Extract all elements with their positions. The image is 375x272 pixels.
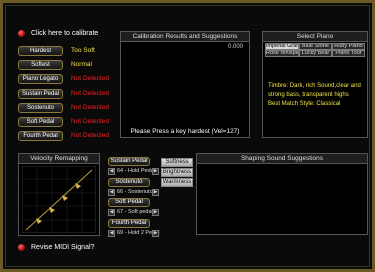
soft-pedal-cc-dropdown[interactable]: 67 - Soft pedal	[117, 209, 153, 215]
piano-option-imperial-grand[interactable]: Imperial Grand	[265, 43, 299, 50]
piano-option-blue-stone[interactable]: Blue Stone	[299, 43, 332, 50]
sostenuto-calibrate-button[interactable]: Sostenuto	[18, 102, 63, 113]
fourth-pedal-next-arrow-icon[interactable]: ▶	[152, 229, 159, 237]
calibration-results-panel: Calibration Results and Suggestions 0.00…	[120, 31, 250, 138]
shaping-sound-panel: Shaping Sound Suggestions	[196, 153, 368, 235]
soft-pedal-next-arrow-icon[interactable]: ▶	[152, 209, 159, 216]
fourth-pedal-prev-arrow-icon[interactable]: ◀	[108, 229, 115, 237]
soft-pedal-calibrate-button[interactable]: Soft Pedal	[18, 117, 63, 127]
revise-midi-label[interactable]: Revise MIDI Signal?	[31, 244, 94, 251]
warmness-button[interactable]: Warmness	[161, 178, 193, 187]
hardest-calibrate-button[interactable]: Hardest	[18, 46, 63, 56]
sustain-pedal-calibrate-button[interactable]: Sustain Pedal	[18, 88, 63, 99]
sostenuto-cc-dropdown[interactable]: 66 - Sostenuto	[117, 189, 153, 195]
softness-button[interactable]: Softness	[161, 158, 193, 167]
calibrate-label[interactable]: Click here to calibrate	[31, 30, 98, 37]
sustain-pedal-next-arrow-icon[interactable]: ▶	[152, 168, 159, 175]
revise-midi-led-icon[interactable]	[18, 244, 25, 251]
piano-legato-status: Not Detected	[71, 75, 109, 83]
select-piano-title: Select Piano	[263, 32, 367, 42]
sustain-pedal-prev-arrow-icon[interactable]: ◀	[108, 168, 115, 175]
piano-option-lucky-bear[interactable]: Lucky Bear	[299, 50, 332, 57]
brightness-button[interactable]: Brightness	[161, 168, 193, 177]
fourth-pedal-status: Not Detected	[71, 132, 109, 140]
softest-status: Normal	[71, 61, 92, 69]
piano-description-line2: strong bass, transparent highs	[268, 92, 349, 98]
piano-option-rose-whisper[interactable]: Rose Whisper	[265, 50, 299, 57]
shaping-sound-title: Shaping Sound Suggestions	[197, 154, 367, 164]
calibration-prompt: Please Press a key hardest (Vel=127)	[130, 128, 240, 135]
piano-option-ruby-piano[interactable]: Ruby Piano	[332, 43, 365, 50]
calibration-results-title: Calibration Results and Suggestions	[121, 32, 249, 42]
sustain-pedal-cc-dropdown[interactable]: 64 - Hold Pedal	[117, 168, 155, 174]
sostenuto-next-arrow-icon[interactable]: ▶	[152, 188, 159, 196]
fourth-pedal-calibrate-button[interactable]: Fourth Pedal	[18, 131, 63, 142]
sostenuto-map-button[interactable]: Sostenuto	[108, 177, 150, 187]
main-window: Click here to calibrate Hardest Too Soft S…	[0, 0, 375, 272]
piano-description-line3: Best Match Style: Classical	[268, 101, 341, 107]
select-piano-panel: Select Piano Timbre: Dark, rich Sound,cl…	[262, 31, 368, 138]
calibration-value: 0.000	[227, 44, 243, 50]
sostenuto-prev-arrow-icon[interactable]: ◀	[108, 188, 115, 196]
piano-description-line1: Timbre: Dark, rich Sound,clear and	[268, 83, 361, 89]
sustain-pedal-status: Not Detected	[71, 89, 109, 97]
sustain-pedal-map-button[interactable]: Sustain Pedal	[108, 157, 150, 166]
sostenuto-status: Not Detected	[71, 103, 109, 111]
soft-pedal-map-button[interactable]: Soft Pedal	[108, 198, 150, 207]
soft-pedal-prev-arrow-icon[interactable]: ◀	[108, 209, 115, 216]
soft-pedal-status: Not Detected	[71, 118, 109, 125]
fourth-pedal-map-button[interactable]: Fourth Pedal	[108, 218, 150, 228]
piano-legato-calibrate-button[interactable]: Piano Legato	[18, 74, 63, 85]
velocity-remapping-panel: Velocity Remapping	[18, 153, 100, 236]
velocity-remapping-title: Velocity Remapping	[19, 154, 99, 164]
piano-option-piano-tour[interactable]: Piano Tour	[332, 50, 365, 57]
calibrate-led-icon[interactable]	[18, 30, 25, 37]
hardest-status: Too Soft	[71, 47, 95, 54]
softest-calibrate-button[interactable]: Softest	[18, 60, 63, 71]
velocity-curve-graph[interactable]	[22, 166, 96, 233]
